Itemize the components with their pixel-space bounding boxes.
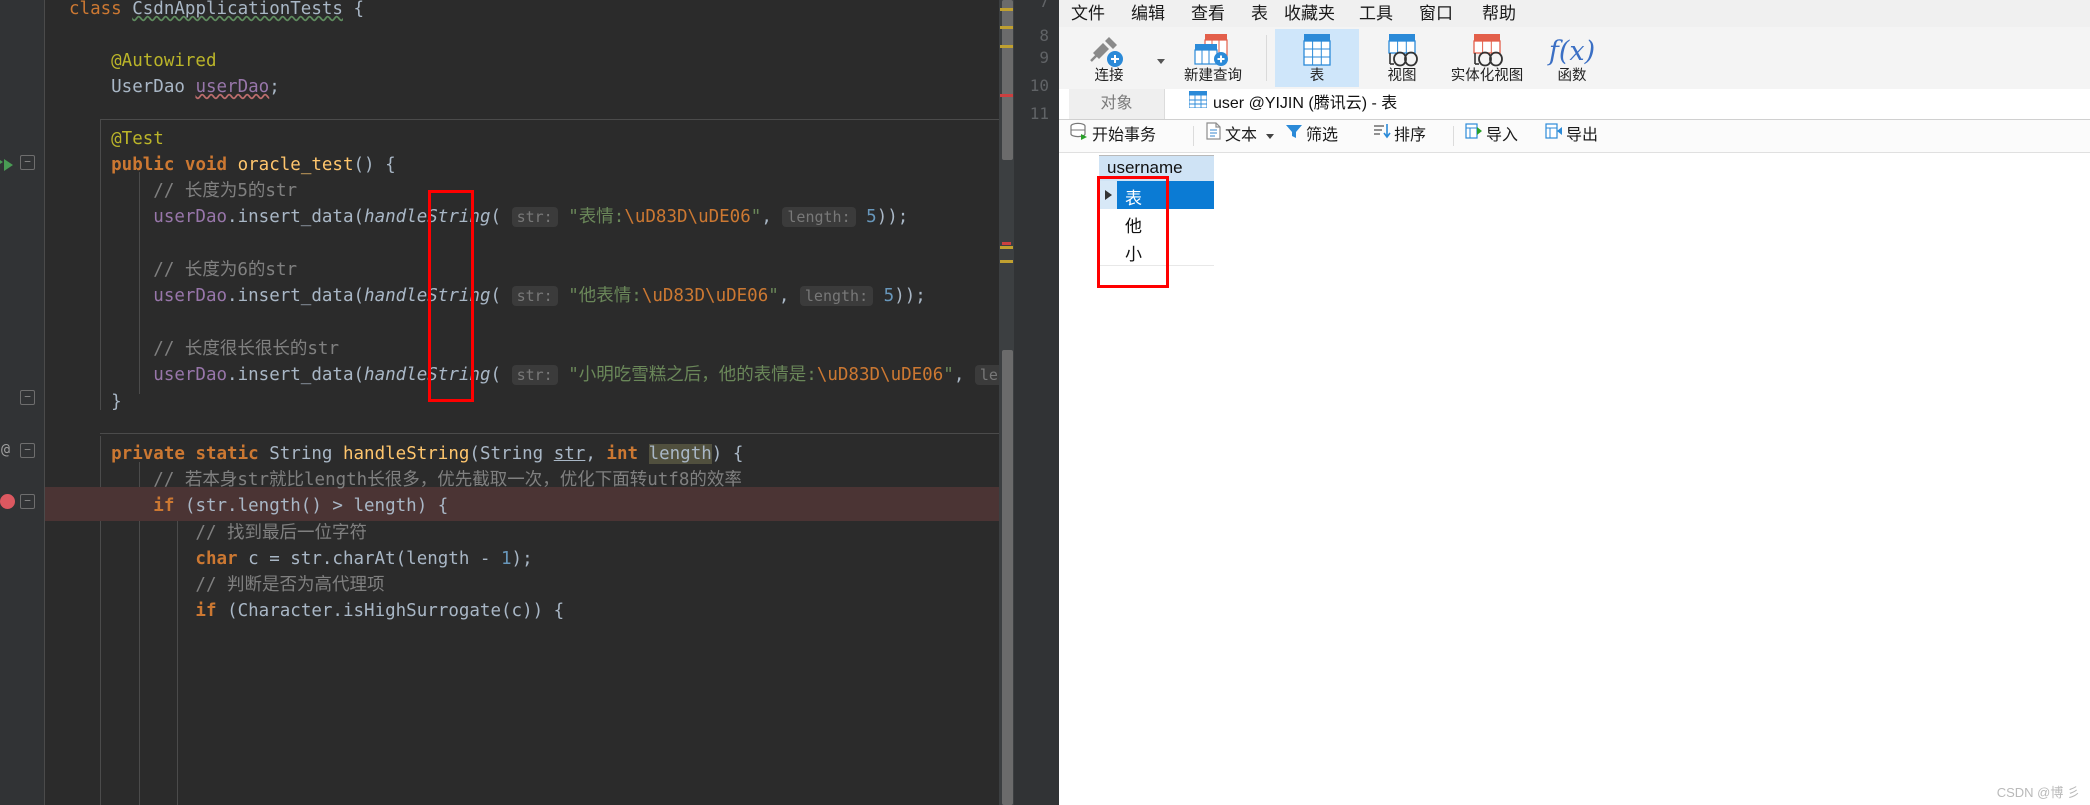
export-icon — [1545, 120, 1563, 152]
action-start-transaction[interactable]: 开始事务 — [1069, 120, 1156, 152]
line-number: 11 — [1029, 104, 1049, 123]
annotation-gutter-icon: @ — [1, 440, 11, 458]
menu-item-file[interactable]: 文件 — [1071, 3, 1105, 24]
screenshot-root: − − − − @ class CsdnApplicationTests { @… — [0, 0, 2090, 805]
new-query-icon — [1171, 33, 1255, 67]
ribbon-button-table[interactable]: 表 — [1275, 29, 1359, 87]
fold-icon[interactable]: − — [20, 390, 35, 405]
table-icon — [1275, 33, 1359, 67]
line-number: 8 — [1039, 26, 1049, 45]
action-import[interactable]: 导入 — [1465, 120, 1518, 152]
breakpoint-icon[interactable] — [0, 494, 15, 509]
tab-objects[interactable]: 对象 — [1069, 89, 1165, 119]
tab-user-table-label: user @YIJIN (腾讯云) - 表 — [1213, 95, 1398, 112]
warning-marker[interactable] — [1000, 26, 1013, 29]
ribbon-label-function: 函数 — [1557, 68, 1587, 84]
action-text[interactable]: 文本 — [1205, 120, 1275, 152]
ribbon-label-materialized-view: 实体化视图 — [1450, 68, 1524, 84]
ribbon-label-view: 视图 — [1387, 68, 1417, 84]
fold-icon[interactable]: − — [20, 155, 35, 170]
ribbon-button-connection[interactable]: 连接 — [1067, 29, 1151, 87]
menu-item-window[interactable]: 窗口 — [1419, 3, 1453, 24]
action-import-label: 导入 — [1486, 127, 1519, 144]
menu-item-view[interactable]: 查看 — [1191, 3, 1225, 24]
tab-objects-label: 对象 — [1100, 95, 1133, 112]
action-export[interactable]: 导出 — [1545, 120, 1598, 152]
connection-icon — [1067, 33, 1151, 67]
ide-editor-pane: − − − − @ class CsdnApplicationTests { @… — [0, 0, 1059, 805]
chevron-down-icon[interactable] — [1266, 133, 1275, 139]
action-separator — [1453, 126, 1454, 146]
function-icon: f(x) — [1530, 33, 1614, 67]
tab-strip: 对象 user @YIJIN (腾讯云) - 表 — [1059, 89, 2090, 120]
ribbon-button-materialized-view[interactable]: 实体化视图 — [1445, 29, 1529, 87]
filter-icon — [1285, 120, 1303, 152]
fold-icon[interactable]: − — [20, 494, 35, 509]
line-number: 10 — [1029, 76, 1049, 95]
ribbon-label-connection: 连接 — [1094, 68, 1124, 84]
ribbon-label-new-query: 新建查询 — [1184, 68, 1242, 84]
line-number: 9 — [1039, 48, 1049, 67]
ribbon-toolbar: 连接 新建查询 表 视图 实体化视图 f(x) 函数 — [1059, 27, 2090, 90]
menu-item-tools[interactable]: 工具 — [1359, 3, 1393, 24]
menu-item-favorites[interactable]: 收藏夹 — [1284, 3, 1335, 24]
editor-scrollbar-thumb[interactable] — [1002, 350, 1013, 805]
action-sort[interactable]: 排序 — [1373, 120, 1426, 152]
code-text[interactable]: class CsdnApplicationTests { @Autowired … — [45, 0, 1059, 805]
navicat-window: 文件 编辑 查看 表 收藏夹 工具 窗口 帮助 连接 新建查询 表 视图 实体化… — [1059, 0, 2090, 805]
import-icon — [1465, 120, 1483, 152]
action-text-label: 文本 — [1225, 127, 1258, 144]
materialized-view-icon — [1445, 33, 1529, 67]
sort-icon — [1373, 120, 1391, 152]
warning-marker[interactable] — [1000, 260, 1013, 263]
tab-user-table[interactable]: user @YIJIN (腾讯云) - 表 — [1171, 89, 1416, 119]
transaction-icon — [1069, 120, 1089, 152]
chevron-down-icon[interactable] — [1157, 59, 1165, 64]
menu-item-help[interactable]: 帮助 — [1482, 3, 1516, 24]
menu-item-table[interactable]: 表 — [1251, 3, 1268, 24]
action-export-label: 导出 — [1566, 127, 1599, 144]
grid-annotation-rect — [1097, 176, 1169, 288]
menu-bar: 文件 编辑 查看 表 收藏夹 工具 窗口 帮助 — [1059, 0, 2090, 27]
ribbon-button-view[interactable]: 视图 — [1360, 29, 1444, 87]
error-marker[interactable] — [1002, 242, 1011, 245]
warning-marker[interactable] — [1000, 246, 1013, 249]
run-gutter-icon[interactable] — [0, 155, 6, 169]
action-filter-label: 筛选 — [1306, 127, 1339, 144]
editor-scrollbar-thumb[interactable] — [1002, 0, 1013, 160]
editor-line-numbers: 7 8 9 10 11 — [1014, 0, 1059, 805]
action-start-transaction-label: 开始事务 — [1092, 127, 1157, 144]
ribbon-label-table: 表 — [1309, 68, 1325, 84]
action-sort-label: 排序 — [1394, 127, 1427, 144]
ribbon-button-new-query[interactable]: 新建查询 — [1171, 29, 1255, 87]
fold-icon[interactable]: − — [20, 443, 35, 458]
action-separator — [1193, 126, 1194, 146]
code-annotation-rect — [428, 190, 474, 402]
text-icon — [1205, 120, 1222, 152]
ribbon-separator — [1266, 35, 1267, 81]
error-marker[interactable] — [1000, 94, 1013, 97]
svg-text:f(x): f(x) — [1547, 36, 1595, 67]
table-icon — [1188, 89, 1208, 119]
data-action-toolbar: 开始事务 文本 筛选 排序 导入 导出 — [1059, 120, 2090, 153]
menu-item-edit[interactable]: 编辑 — [1131, 3, 1165, 24]
grid-header-label: username — [1107, 158, 1183, 177]
ribbon-button-function[interactable]: f(x) 函数 — [1530, 29, 1614, 87]
warning-marker[interactable] — [1000, 45, 1013, 48]
watermark: CSDN @博 彡 — [1996, 785, 2080, 800]
view-icon — [1360, 33, 1444, 67]
warning-marker[interactable] — [1000, 8, 1013, 11]
action-filter[interactable]: 筛选 — [1285, 120, 1338, 152]
line-number: 7 — [1039, 0, 1049, 11]
